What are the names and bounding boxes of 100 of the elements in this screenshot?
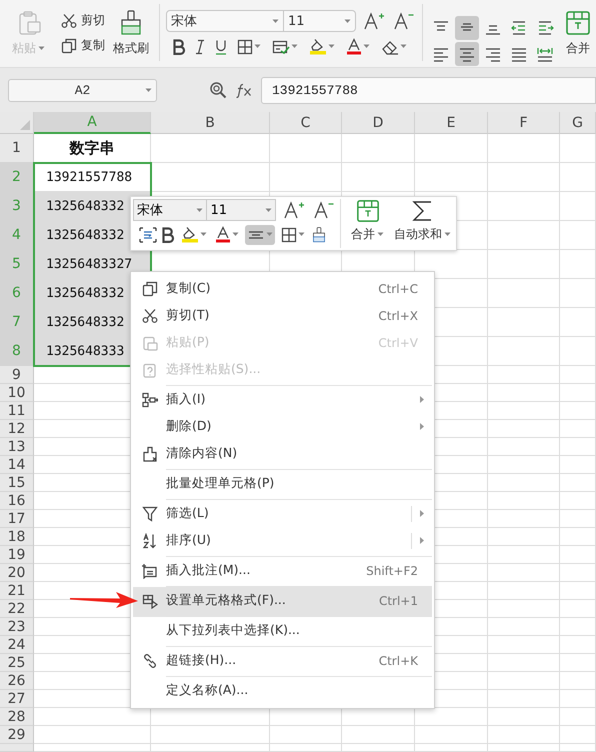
grid-cell[interactable] bbox=[560, 690, 596, 708]
grid-cell[interactable] bbox=[560, 672, 596, 690]
name-box[interactable]: A2 bbox=[8, 78, 157, 102]
grid-cell[interactable] bbox=[415, 163, 488, 192]
row-header[interactable]: 26 bbox=[0, 672, 34, 690]
row-header[interactable]: 28 bbox=[0, 708, 34, 726]
scissors-icon[interactable] bbox=[61, 12, 77, 28]
grid-cell[interactable] bbox=[560, 636, 596, 654]
menu-item[interactable]: 插入(I) bbox=[133, 386, 432, 413]
grid-cell[interactable] bbox=[488, 618, 560, 636]
font-color-icon[interactable] bbox=[346, 38, 362, 55]
search-icon[interactable] bbox=[209, 81, 227, 99]
column-header[interactable]: B bbox=[151, 112, 270, 134]
merge-cells-icon[interactable] bbox=[356, 199, 380, 223]
fill-color-icon[interactable] bbox=[181, 226, 199, 243]
grid-cell[interactable] bbox=[488, 492, 560, 510]
grid-cell[interactable] bbox=[560, 134, 596, 163]
merge-button[interactable]: 合并 bbox=[349, 199, 386, 248]
grid-cell[interactable] bbox=[488, 636, 560, 654]
merge-cells-icon[interactable] bbox=[565, 10, 591, 36]
row-header[interactable]: 13 bbox=[0, 438, 34, 456]
center-align-button[interactable] bbox=[245, 224, 275, 244]
grid-cell[interactable] bbox=[488, 690, 560, 708]
copy-button[interactable]: 复制 bbox=[57, 35, 109, 56]
grid-cell[interactable] bbox=[560, 366, 596, 384]
grid-cell[interactable] bbox=[560, 654, 596, 672]
grid-cell[interactable] bbox=[270, 134, 342, 163]
grid-cell[interactable] bbox=[560, 528, 596, 546]
function-icon[interactable] bbox=[235, 82, 253, 98]
row-header[interactable]: 18 bbox=[0, 528, 34, 546]
grid-cell[interactable] bbox=[488, 279, 560, 308]
grid-cell[interactable]: 数字串 bbox=[34, 134, 151, 163]
border-icon[interactable] bbox=[237, 38, 253, 54]
grid-cell[interactable] bbox=[488, 134, 560, 163]
menu-item[interactable]: 删除(D) bbox=[133, 413, 432, 440]
grid-cell[interactable] bbox=[560, 192, 596, 221]
underline-icon[interactable] bbox=[214, 38, 228, 54]
grid-cell[interactable] bbox=[560, 402, 596, 420]
grid-cell[interactable] bbox=[488, 726, 560, 744]
grid-cell[interactable] bbox=[270, 726, 342, 744]
grid-cell[interactable] bbox=[488, 308, 560, 337]
grid-cell[interactable] bbox=[151, 163, 270, 192]
font-grow-icon[interactable] bbox=[364, 12, 384, 30]
grid-cell[interactable] bbox=[342, 134, 415, 163]
grid-cell[interactable] bbox=[488, 366, 560, 384]
column-header[interactable]: E bbox=[415, 112, 488, 134]
grid-cell[interactable] bbox=[560, 510, 596, 528]
bold-icon[interactable] bbox=[172, 38, 186, 54]
align-button[interactable] bbox=[455, 16, 479, 40]
italic-icon[interactable] bbox=[193, 38, 207, 54]
grid-cell[interactable] bbox=[560, 726, 596, 744]
border-icon[interactable] bbox=[281, 226, 297, 242]
grid-cell[interactable] bbox=[488, 600, 560, 618]
grid-cell[interactable] bbox=[488, 528, 560, 546]
grid-cell[interactable] bbox=[560, 456, 596, 474]
autosum-button[interactable]: 自动求和 bbox=[392, 199, 453, 248]
row-header[interactable]: 19 bbox=[0, 546, 34, 564]
font-grow-icon[interactable] bbox=[284, 201, 304, 219]
menu-item[interactable]: 定义名称(A)... bbox=[133, 677, 432, 704]
row-header[interactable]: 23 bbox=[0, 618, 34, 636]
format-painter-button[interactable]: 格式刷 bbox=[109, 10, 153, 57]
formula-input[interactable]: 13921557788 bbox=[261, 76, 596, 104]
grid-cell[interactable] bbox=[560, 308, 596, 337]
grid-cell[interactable] bbox=[560, 420, 596, 438]
grid-cell[interactable] bbox=[270, 163, 342, 192]
grid-cell[interactable] bbox=[560, 474, 596, 492]
font-shrink-icon[interactable] bbox=[394, 12, 414, 30]
row-header[interactable]: 16 bbox=[0, 492, 34, 510]
table-style-icon[interactable] bbox=[272, 38, 290, 54]
grid-cell[interactable] bbox=[488, 474, 560, 492]
grid-cell[interactable] bbox=[342, 726, 415, 744]
row-header[interactable]: 15 bbox=[0, 474, 34, 492]
grid-cell[interactable] bbox=[488, 250, 560, 279]
grid-cell[interactable] bbox=[488, 438, 560, 456]
grid-cell[interactable] bbox=[560, 546, 596, 564]
font-size-dropdown[interactable]: 11 bbox=[207, 199, 276, 221]
grid-cell[interactable] bbox=[560, 221, 596, 250]
grid-cell[interactable] bbox=[560, 582, 596, 600]
grid-cell[interactable] bbox=[560, 708, 596, 726]
menu-item[interactable]: 筛选(L) bbox=[133, 500, 432, 527]
grid-cell[interactable] bbox=[560, 337, 596, 366]
row-header[interactable]: 27 bbox=[0, 690, 34, 708]
align-button[interactable] bbox=[455, 42, 479, 66]
grid-cell[interactable] bbox=[488, 420, 560, 438]
row-header[interactable]: 12 bbox=[0, 420, 34, 438]
eraser-icon[interactable] bbox=[381, 38, 399, 54]
row-header[interactable]: 17 bbox=[0, 510, 34, 528]
brush-icon[interactable] bbox=[311, 226, 327, 242]
row-header[interactable]: 14 bbox=[0, 456, 34, 474]
grid-cell[interactable] bbox=[415, 726, 488, 744]
grid-cell[interactable] bbox=[560, 163, 596, 192]
grid-cell[interactable] bbox=[488, 402, 560, 420]
grid-cell[interactable] bbox=[34, 726, 151, 744]
font-size-dropdown[interactable]: 11 bbox=[284, 10, 356, 32]
column-header[interactable]: G bbox=[560, 112, 596, 134]
grid-cell[interactable] bbox=[151, 134, 270, 163]
row-header[interactable]: 11 bbox=[0, 402, 34, 420]
bold-icon[interactable] bbox=[161, 226, 175, 242]
grid-cell[interactable] bbox=[488, 582, 560, 600]
merge-button[interactable]: 合并 bbox=[565, 10, 591, 57]
